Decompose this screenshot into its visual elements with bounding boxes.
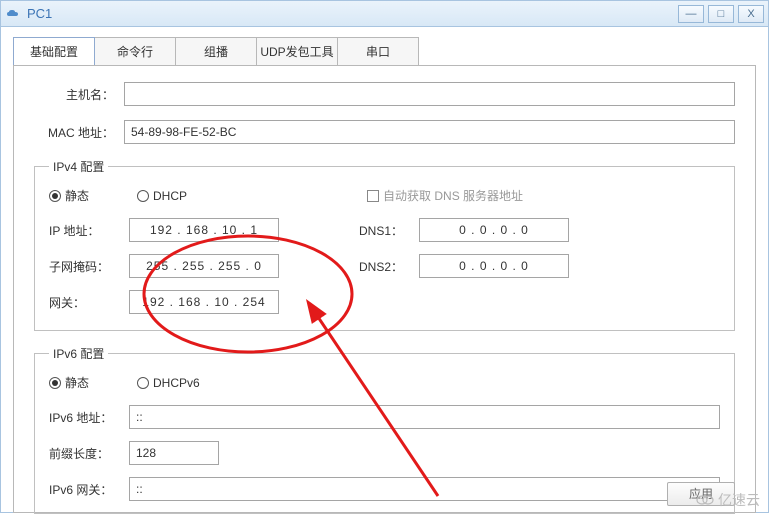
ipv4-autodns-label: 自动获取 DNS 服务器地址 — [383, 187, 523, 204]
ipv4-static-radio[interactable]: 静态 — [49, 187, 89, 204]
ipv6-prefix-label: 前缀长度： — [49, 445, 129, 462]
app-icon — [5, 6, 21, 22]
radio-icon — [49, 190, 61, 202]
ipv4-static-label: 静态 — [65, 187, 89, 204]
dns2-input[interactable]: 0 . 0 . 0 . 0 — [419, 254, 569, 278]
ip-input[interactable]: 192 . 168 . 10 . 1 — [129, 218, 279, 242]
gateway-label: 网关： — [49, 294, 129, 311]
maximize-button[interactable]: □ — [708, 5, 734, 23]
gateway-input[interactable]: 192 . 168 . 10 . 254 — [129, 290, 279, 314]
ipv6-prefix-input[interactable]: 128 — [129, 441, 219, 465]
radio-icon — [49, 377, 61, 389]
tab-basic[interactable]: 基础配置 — [13, 37, 95, 65]
ipv6-gw-input[interactable]: :: — [129, 477, 720, 501]
apply-button[interactable]: 应用 — [667, 482, 735, 506]
ipv6-fieldset: IPv6 配置 静态 DHCPv6 IPv6 地址： :: 前缀长度： 128 — [34, 345, 735, 514]
ipv6-addr-label: IPv6 地址： — [49, 409, 129, 426]
dns1-label: DNS1： — [359, 222, 419, 239]
ipv6-dhcp-radio[interactable]: DHCPv6 — [137, 376, 200, 390]
titlebar: PC1 — □ X — [1, 1, 768, 27]
ipv6-gw-label: IPv6 网关： — [49, 481, 129, 498]
ipv4-autodns-checkbox[interactable]: 自动获取 DNS 服务器地址 — [367, 187, 523, 204]
tab-serial[interactable]: 串口 — [337, 37, 419, 65]
mac-input[interactable]: 54-89-98-FE-52-BC — [124, 120, 735, 144]
checkbox-icon — [367, 190, 379, 202]
hostname-label: 主机名： — [34, 86, 124, 103]
hostname-input[interactable] — [124, 82, 735, 106]
ip-label: IP 地址： — [49, 222, 129, 239]
tab-multicast[interactable]: 组播 — [175, 37, 257, 65]
tabstrip: 基础配置 命令行 组播 UDP发包工具 串口 — [1, 27, 768, 65]
tab-udp[interactable]: UDP发包工具 — [256, 37, 338, 65]
minimize-button[interactable]: — — [678, 5, 704, 23]
ipv4-dhcp-label: DHCP — [153, 189, 187, 203]
ipv4-fieldset: IPv4 配置 静态 DHCP 自动获取 DNS 服务器地址 IP 地址： — [34, 158, 735, 331]
close-button[interactable]: X — [738, 5, 764, 23]
dns1-input[interactable]: 0 . 0 . 0 . 0 — [419, 218, 569, 242]
ipv6-dhcp-label: DHCPv6 — [153, 376, 200, 390]
ipv4-dhcp-radio[interactable]: DHCP — [137, 189, 187, 203]
radio-icon — [137, 377, 149, 389]
window-title: PC1 — [27, 6, 52, 21]
ipv4-legend: IPv4 配置 — [49, 158, 108, 175]
dns2-label: DNS2： — [359, 258, 419, 275]
ipv6-legend: IPv6 配置 — [49, 345, 108, 362]
mask-input[interactable]: 255 . 255 . 255 . 0 — [129, 254, 279, 278]
ipv6-static-radio[interactable]: 静态 — [49, 374, 89, 391]
mask-label: 子网掩码： — [49, 258, 129, 275]
tab-cmd[interactable]: 命令行 — [94, 37, 176, 65]
ipv6-addr-input[interactable]: :: — [129, 405, 720, 429]
content-panel: 主机名： MAC 地址： 54-89-98-FE-52-BC IPv4 配置 静… — [13, 65, 756, 513]
radio-icon — [137, 190, 149, 202]
ipv6-static-label: 静态 — [65, 374, 89, 391]
mac-label: MAC 地址： — [34, 124, 124, 141]
